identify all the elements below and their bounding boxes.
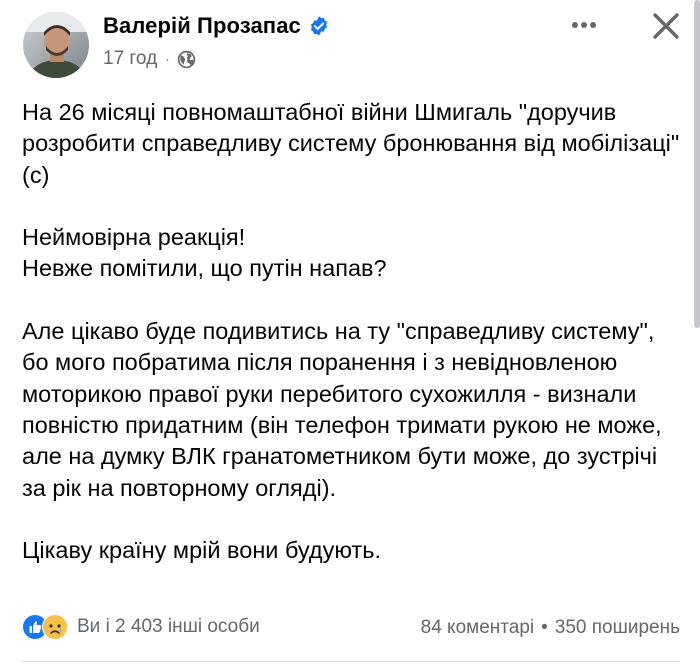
more-dots-icon	[572, 22, 578, 28]
post-paragraph-2: Неймовірна реакція! Невже помітили, що п…	[22, 224, 387, 282]
footer-divider	[22, 661, 680, 662]
close-button[interactable]	[646, 6, 686, 46]
close-icon	[653, 13, 679, 39]
facebook-post: Валерій Прозапас 17 год · На 26 місяці п…	[0, 0, 700, 669]
scrollbar[interactable]	[694, 0, 700, 328]
post-meta: 17 год ·	[103, 48, 196, 70]
globe-icon	[177, 50, 196, 69]
author-avatar[interactable]	[23, 12, 89, 78]
verified-badge-icon	[308, 15, 330, 37]
comments-count[interactable]: 84 коментарі	[421, 617, 534, 639]
engagement-counts: 84 коментарі • 350 поширень	[421, 617, 680, 639]
post-body: На 26 місяці повномаштабної війни Шмигал…	[22, 97, 682, 566]
shares-count[interactable]: 350 поширень	[555, 617, 680, 639]
reactions-summary[interactable]: Ви і 2 403 інші особи	[22, 614, 260, 640]
meta-separator: ·	[165, 51, 170, 67]
author-name[interactable]: Валерій Прозапас	[103, 13, 301, 39]
post-paragraph-4: Цікаву країну мрій вони будують.	[22, 537, 381, 564]
author-name-row: Валерій Прозапас	[103, 13, 330, 39]
sad-icon	[42, 614, 68, 640]
post-timestamp[interactable]: 17 год	[103, 48, 157, 70]
post-paragraph-1: На 26 місяці повномаштабної війни Шмигал…	[22, 99, 680, 188]
more-options-button[interactable]	[566, 10, 602, 40]
counts-separator: •	[541, 617, 548, 638]
post-paragraph-3: Але цікаво буде подивитись на ту "справе…	[22, 318, 662, 501]
reactions-text: Ви і 2 403 інші особи	[77, 616, 260, 637]
